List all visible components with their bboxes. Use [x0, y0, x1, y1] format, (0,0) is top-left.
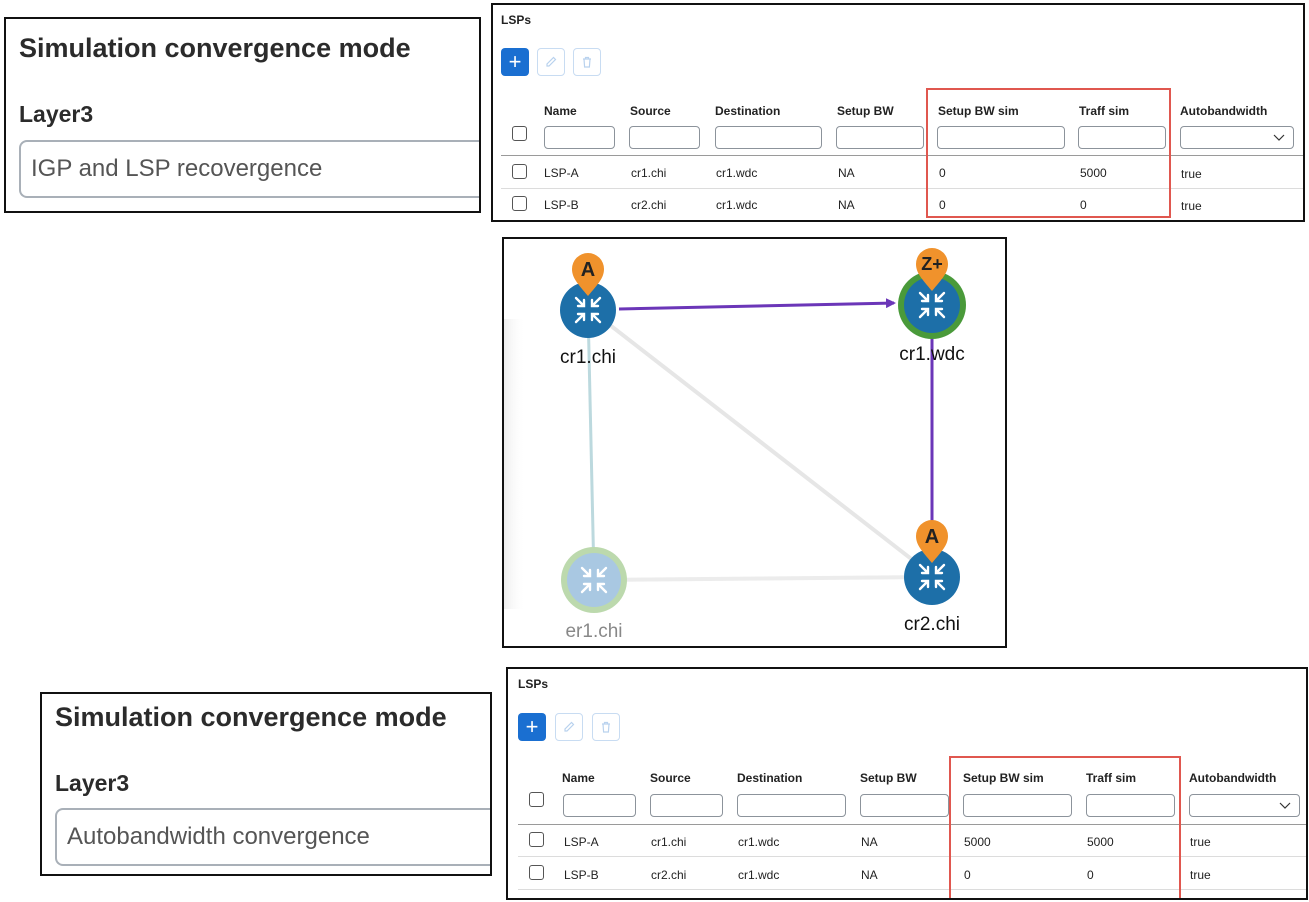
layer-label: Layer3: [19, 101, 94, 127]
cell-name: LSP-A: [544, 166, 579, 180]
chevron-down-icon: [1279, 802, 1291, 809]
cell-autobandwidth: true: [1181, 167, 1202, 181]
row-checkbox[interactable]: [512, 164, 527, 179]
row-checkbox[interactable]: [512, 196, 527, 211]
filter-destination[interactable]: [737, 794, 846, 817]
cell-autobandwidth: true: [1181, 199, 1202, 213]
lsps-heading: LSPs: [501, 13, 532, 27]
add-lsp-button[interactable]: +: [518, 713, 546, 741]
topology-panel: er1.chi A cr2.chi A cr1.chi Z+ cr1.wdc: [502, 237, 1007, 648]
filter-source[interactable]: [629, 126, 700, 149]
row-divider: [518, 856, 1306, 857]
pin-label-cr1-chi: A: [581, 259, 595, 281]
convergence-mode-select[interactable]: IGP and LSP recovergence: [19, 140, 479, 198]
node-cr1-chi[interactable]: A cr1.chi: [560, 253, 616, 368]
cell-name: LSP-A: [564, 835, 599, 849]
link-er1chi-cr2chi: [593, 575, 933, 582]
cell-source: cr2.chi: [631, 198, 667, 212]
filter-name[interactable]: [563, 794, 636, 817]
row-checkbox[interactable]: [529, 865, 544, 880]
col-header-setup-bw[interactable]: Setup BW: [837, 104, 894, 118]
highlight-sim-columns: [949, 756, 1181, 898]
cell-source: cr1.chi: [651, 835, 687, 849]
row-divider: [501, 188, 1303, 189]
filter-autobandwidth-select[interactable]: [1180, 126, 1294, 149]
delete-lsp-button[interactable]: [592, 713, 620, 741]
filter-autobandwidth-select[interactable]: [1189, 794, 1300, 817]
trash-icon: [602, 721, 610, 733]
layer-label: Layer3: [55, 770, 130, 796]
cell-destination: cr1.wdc: [716, 198, 758, 212]
node-label-cr1-wdc: cr1.wdc: [899, 344, 964, 365]
cell-setup-bw: NA: [861, 835, 878, 849]
cell-autobandwidth: true: [1190, 835, 1211, 849]
edit-lsp-button[interactable]: [537, 48, 565, 76]
sim-mode-title: Simulation convergence mode: [19, 33, 411, 63]
node-label-cr2-chi: cr2.chi: [904, 614, 960, 635]
top-sim-mode-panel: Simulation convergence mode Layer3 IGP a…: [4, 17, 481, 213]
node-cr1-wdc[interactable]: Z+ cr1.wdc: [898, 248, 966, 365]
trash-icon: [583, 56, 591, 68]
header-divider: [518, 824, 1306, 825]
header-divider: [501, 155, 1303, 156]
pencil-icon: [564, 721, 575, 732]
node-er1-chi[interactable]: er1.chi: [561, 547, 627, 642]
path-cr1chi-cr1wdc: [618, 298, 896, 311]
col-header-destination[interactable]: Destination: [737, 771, 802, 785]
topology-map: er1.chi A cr2.chi A cr1.chi Z+ cr1.wdc: [504, 248, 966, 642]
link-cr1chi-cr2chi: [586, 306, 934, 577]
pencil-icon: [546, 56, 557, 67]
cell-destination: cr1.wdc: [738, 835, 780, 849]
filter-name[interactable]: [544, 126, 615, 149]
edit-lsp-button[interactable]: [555, 713, 583, 741]
cell-setup-bw: NA: [861, 868, 878, 882]
col-header-autobandwidth[interactable]: Autobandwidth: [1189, 771, 1276, 785]
col-header-setup-bw[interactable]: Setup BW: [860, 771, 917, 785]
plus-icon: +: [525, 714, 539, 739]
sim-mode-title: Simulation convergence mode: [55, 702, 447, 732]
row-checkbox[interactable]: [529, 832, 544, 847]
node-label-cr1-chi: cr1.chi: [560, 347, 616, 368]
cell-destination: cr1.wdc: [738, 868, 780, 882]
bottom-sim-mode-panel: Simulation convergence mode Layer3 Autob…: [40, 692, 492, 876]
row-divider: [518, 889, 1306, 890]
col-header-source[interactable]: Source: [630, 104, 671, 118]
cell-name: LSP-B: [564, 868, 599, 882]
bottom-lsp-panel: LSPs + Name Source Destination Setup BW …: [506, 667, 1308, 900]
cell-setup-bw: NA: [838, 198, 855, 212]
pin-label-cr2-chi: A: [925, 526, 939, 548]
filter-destination[interactable]: [715, 126, 822, 149]
filter-setup-bw[interactable]: [836, 126, 924, 149]
col-header-destination[interactable]: Destination: [715, 104, 780, 118]
node-cr2-chi[interactable]: A cr2.chi: [904, 520, 960, 635]
top-lsp-panel: LSPs + Name Source Destination Setup BW …: [491, 3, 1305, 222]
filter-setup-bw[interactable]: [860, 794, 949, 817]
cell-name: LSP-B: [544, 198, 579, 212]
plus-icon: +: [508, 49, 522, 74]
highlight-sim-columns: [926, 88, 1171, 218]
filter-source[interactable]: [650, 794, 723, 817]
select-all-checkbox[interactable]: [512, 126, 527, 141]
pin-label-cr1-wdc: Z+: [921, 254, 943, 274]
cell-source: cr2.chi: [651, 868, 687, 882]
col-header-name[interactable]: Name: [562, 771, 595, 785]
convergence-mode-select[interactable]: Autobandwidth convergence: [55, 808, 490, 866]
chevron-down-icon: [1273, 134, 1285, 141]
cell-setup-bw: NA: [838, 166, 855, 180]
node-label-er1-chi: er1.chi: [565, 621, 622, 642]
col-header-name[interactable]: Name: [544, 104, 577, 118]
col-header-autobandwidth[interactable]: Autobandwidth: [1180, 104, 1267, 118]
add-lsp-button[interactable]: +: [501, 48, 529, 76]
cell-autobandwidth: true: [1190, 868, 1211, 882]
cell-destination: cr1.wdc: [716, 166, 758, 180]
lsps-heading: LSPs: [518, 677, 549, 691]
col-header-source[interactable]: Source: [650, 771, 691, 785]
delete-lsp-button[interactable]: [573, 48, 601, 76]
select-all-checkbox[interactable]: [529, 792, 544, 807]
cell-source: cr1.chi: [631, 166, 667, 180]
